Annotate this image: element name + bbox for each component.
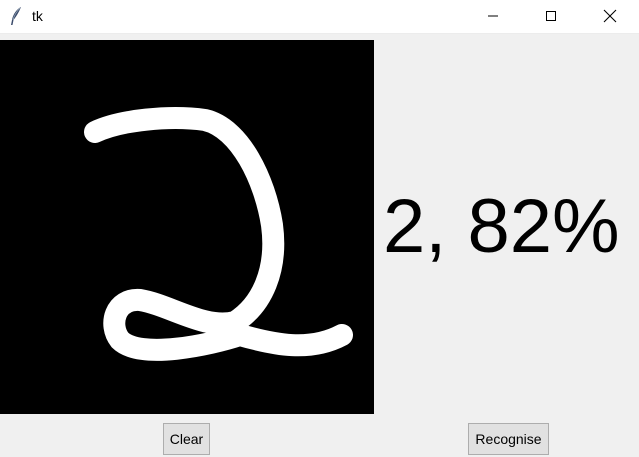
window-title: tk (32, 8, 43, 24)
maximize-icon (546, 11, 556, 21)
handwritten-digit-stroke (84, 107, 353, 361)
clear-button[interactable]: Clear (163, 423, 210, 455)
recognise-button[interactable]: Recognise (468, 423, 549, 455)
minimize-button[interactable] (464, 0, 522, 32)
close-button[interactable] (581, 0, 639, 32)
maximize-button[interactable] (522, 0, 580, 32)
app-window: tk 2, 82% Clear Recognise (0, 0, 639, 457)
prediction-label: 2, 82% (383, 184, 620, 269)
title-bar[interactable]: tk (0, 0, 639, 34)
close-icon (603, 9, 617, 23)
minimize-icon (488, 15, 498, 17)
feather-icon (11, 7, 21, 25)
drawing-canvas[interactable] (0, 40, 374, 414)
